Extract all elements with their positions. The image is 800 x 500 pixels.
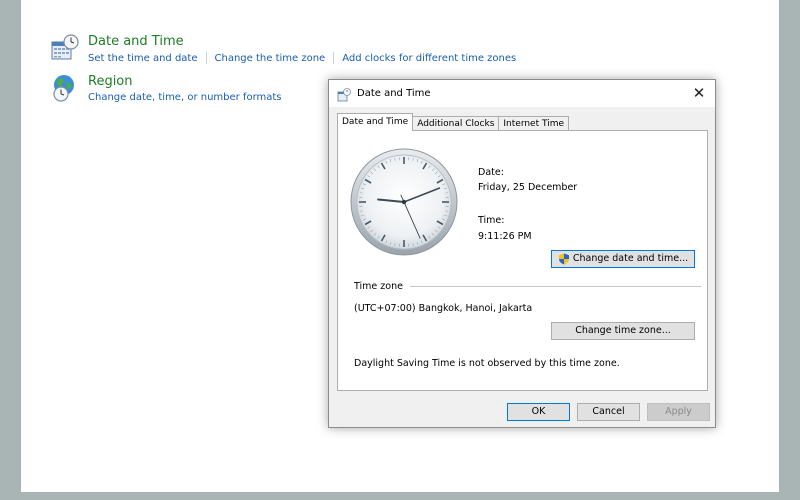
link-separator bbox=[205, 52, 207, 64]
category-region: Region Change date, time, or number form… bbox=[50, 73, 282, 103]
apply-button[interactable]: Apply bbox=[647, 403, 710, 421]
ok-button[interactable]: OK bbox=[507, 403, 570, 421]
dialog-title: Date and Time bbox=[357, 88, 431, 99]
date-and-time-heading[interactable]: Date and Time bbox=[88, 33, 516, 50]
calendar-clock-icon[interactable] bbox=[50, 33, 80, 63]
link-change-time-zone[interactable]: Change the time zone bbox=[215, 53, 326, 64]
dialog-title-bar[interactable]: Date and Time ✕ bbox=[329, 80, 715, 107]
dst-note: Daylight Saving Time is not observed by … bbox=[354, 358, 620, 369]
link-change-formats[interactable]: Change date, time, or number formats bbox=[88, 92, 282, 103]
cancel-button[interactable]: Cancel bbox=[577, 403, 640, 421]
tab-panel: Date: Friday, 25 December Time: 9:11:26 … bbox=[337, 130, 708, 391]
dialog-tabs: Date and Time Additional Clocks Internet… bbox=[337, 113, 570, 131]
tab-internet-time[interactable]: Internet Time bbox=[498, 116, 570, 131]
time-zone-value: (UTC+07:00) Bangkok, Hanoi, Jakarta bbox=[354, 303, 533, 314]
time-label: Time: bbox=[478, 215, 505, 226]
close-icon[interactable]: ✕ bbox=[689, 84, 709, 102]
uac-shield-icon bbox=[558, 253, 569, 265]
change-time-zone-button[interactable]: Change time zone... bbox=[551, 322, 695, 340]
change-date-and-time-label: Change date and time... bbox=[572, 253, 689, 264]
date-value: Friday, 25 December bbox=[478, 182, 578, 193]
globe-clock-icon[interactable] bbox=[50, 73, 80, 103]
time-zone-divider bbox=[410, 286, 701, 287]
time-zone-heading: Time zone bbox=[354, 281, 403, 292]
change-date-and-time-button[interactable]: Change date and time... bbox=[551, 250, 695, 268]
date-label: Date: bbox=[478, 167, 504, 178]
category-date-and-time: Date and Time Set the time and date Chan… bbox=[50, 33, 516, 64]
analog-clock bbox=[350, 148, 458, 256]
link-set-time-and-date[interactable]: Set the time and date bbox=[88, 53, 198, 64]
tab-additional-clocks[interactable]: Additional Clocks bbox=[412, 116, 500, 131]
calendar-clock-icon bbox=[337, 87, 351, 101]
link-separator bbox=[333, 52, 335, 64]
link-add-clocks[interactable]: Add clocks for different time zones bbox=[342, 53, 516, 64]
tab-date-and-time[interactable]: Date and Time bbox=[337, 113, 414, 131]
region-heading[interactable]: Region bbox=[88, 73, 282, 90]
time-value: 9:11:26 PM bbox=[478, 231, 532, 242]
region-links: Change date, time, or number formats bbox=[88, 92, 282, 103]
date-and-time-links: Set the time and date Change the time zo… bbox=[88, 52, 516, 64]
date-and-time-dialog: Date and Time ✕ Date and Time Additional… bbox=[328, 79, 716, 428]
